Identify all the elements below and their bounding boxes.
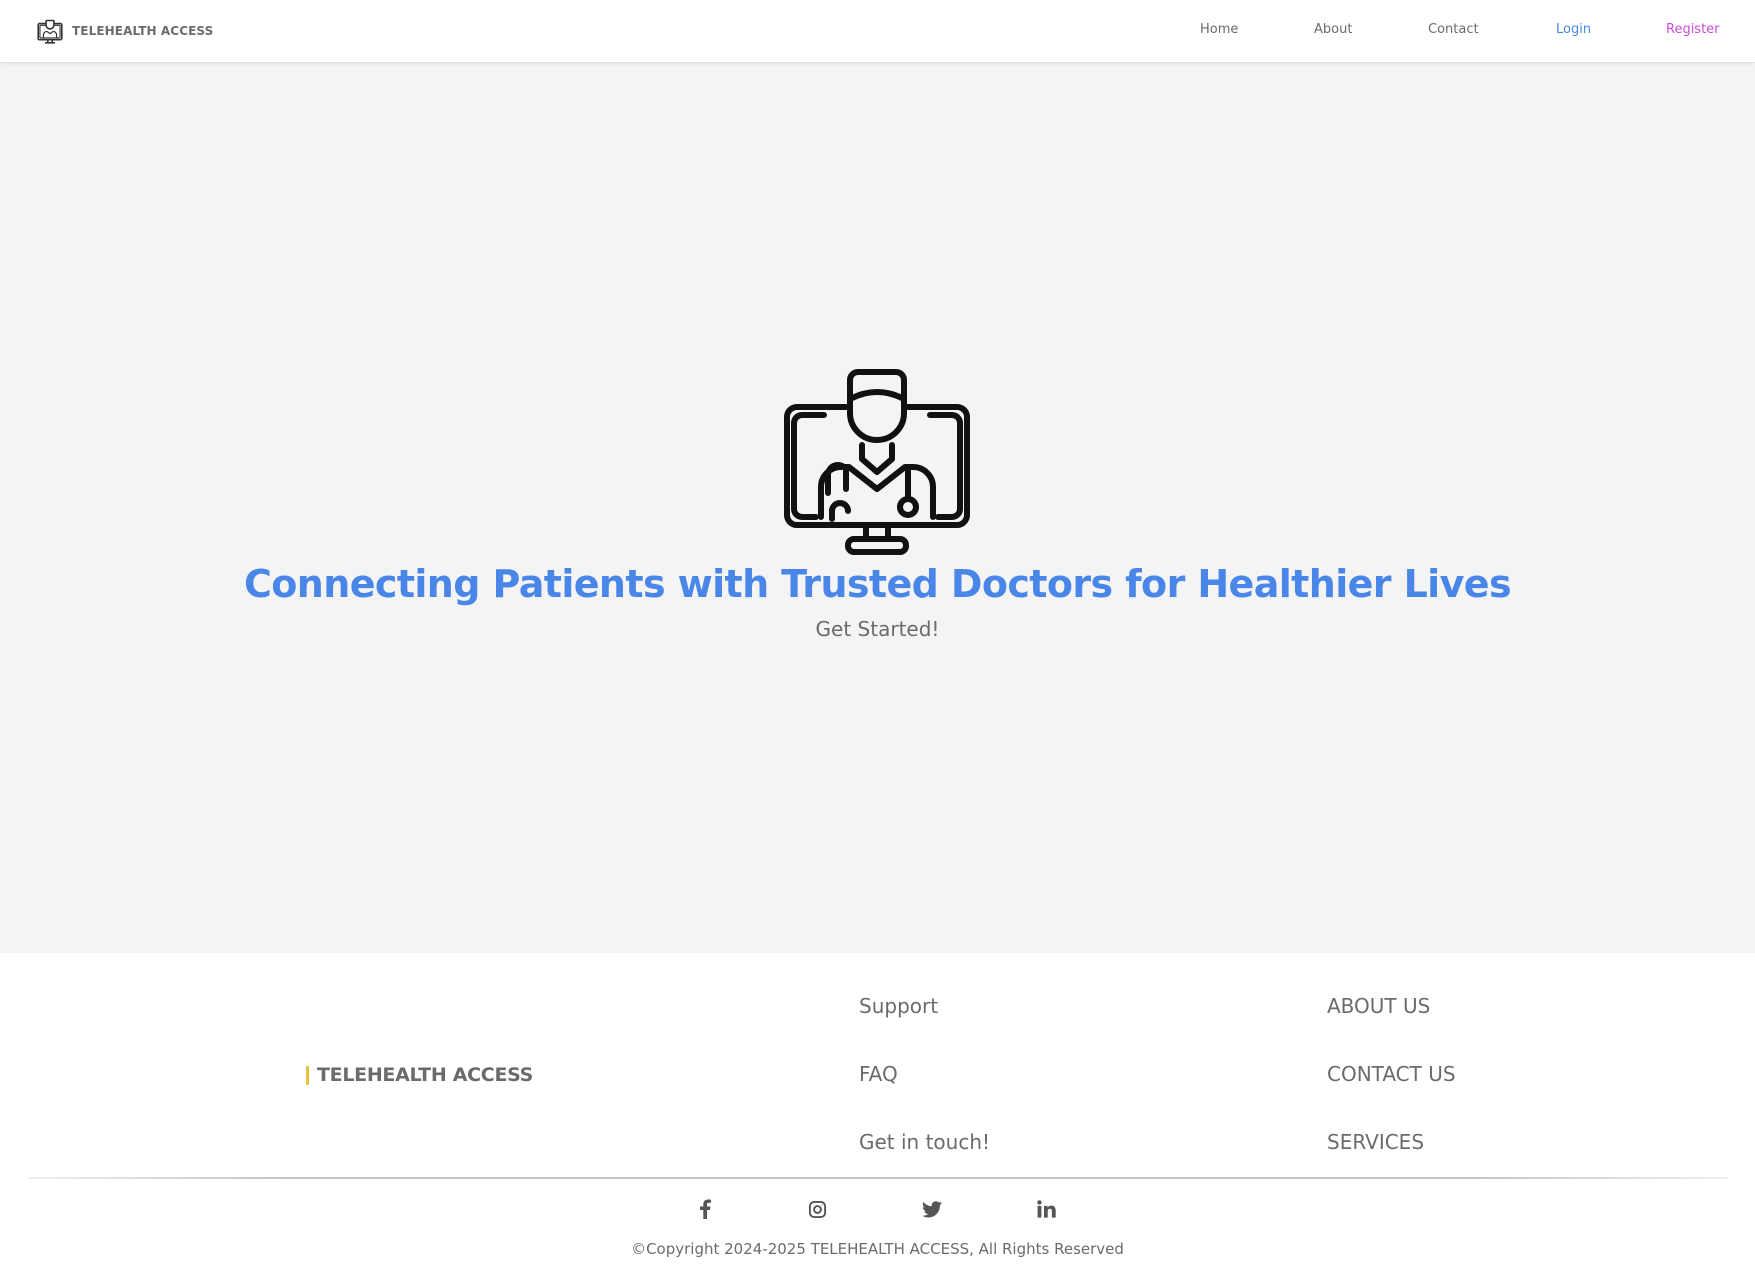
footer-brand-accent-bar bbox=[306, 1065, 309, 1085]
footer-brand-name: TELEHEALTH ACCESS bbox=[317, 1064, 534, 1086]
nav-login-link[interactable]: Login bbox=[1556, 22, 1591, 37]
nav-contact-link[interactable]: Contact bbox=[1428, 22, 1479, 37]
copyright-text: ©Copyright 2024-2025 TELEHEALTH ACCESS, … bbox=[631, 1240, 1124, 1258]
instagram-icon[interactable] bbox=[805, 1197, 829, 1221]
nav-about-link[interactable]: About bbox=[1314, 22, 1352, 37]
footer-about-us-link[interactable]: ABOUT US bbox=[1327, 993, 1430, 1019]
linkedin-icon[interactable] bbox=[1034, 1197, 1058, 1221]
footer-contact-us-link[interactable]: CONTACT US bbox=[1327, 1061, 1456, 1087]
hero-section: Connecting Patients with Trusted Doctors… bbox=[0, 63, 1755, 953]
footer-get-in-touch-link[interactable]: Get in touch! bbox=[859, 1129, 990, 1155]
footer-brand: TELEHEALTH ACCESS bbox=[306, 1064, 533, 1086]
navbar: TELEHEALTH ACCESS Home About Contact Log… bbox=[0, 0, 1755, 63]
doctor-on-monitor-icon bbox=[784, 369, 970, 555]
hero-title: Connecting Patients with Trusted Doctors… bbox=[244, 562, 1512, 606]
footer-faq-link[interactable]: FAQ bbox=[859, 1061, 898, 1087]
brand-name: TELEHEALTH ACCESS bbox=[72, 24, 214, 38]
twitter-icon[interactable] bbox=[920, 1197, 944, 1221]
footer: TELEHEALTH ACCESS Support FAQ Get in tou… bbox=[0, 953, 1755, 1279]
footer-divider bbox=[28, 1177, 1728, 1179]
footer-services-link[interactable]: SERVICES bbox=[1327, 1129, 1424, 1155]
brand-home-link[interactable]: TELEHEALTH ACCESS bbox=[36, 17, 213, 45]
get-started-link[interactable]: Get Started! bbox=[0, 616, 1755, 642]
nav-home-link[interactable]: Home bbox=[1200, 22, 1238, 37]
nav-register-link[interactable]: Register bbox=[1666, 22, 1720, 37]
footer-support-link[interactable]: Support bbox=[859, 993, 938, 1019]
telehealth-monitor-doctor-icon bbox=[37, 19, 63, 44]
facebook-icon[interactable] bbox=[693, 1197, 717, 1221]
